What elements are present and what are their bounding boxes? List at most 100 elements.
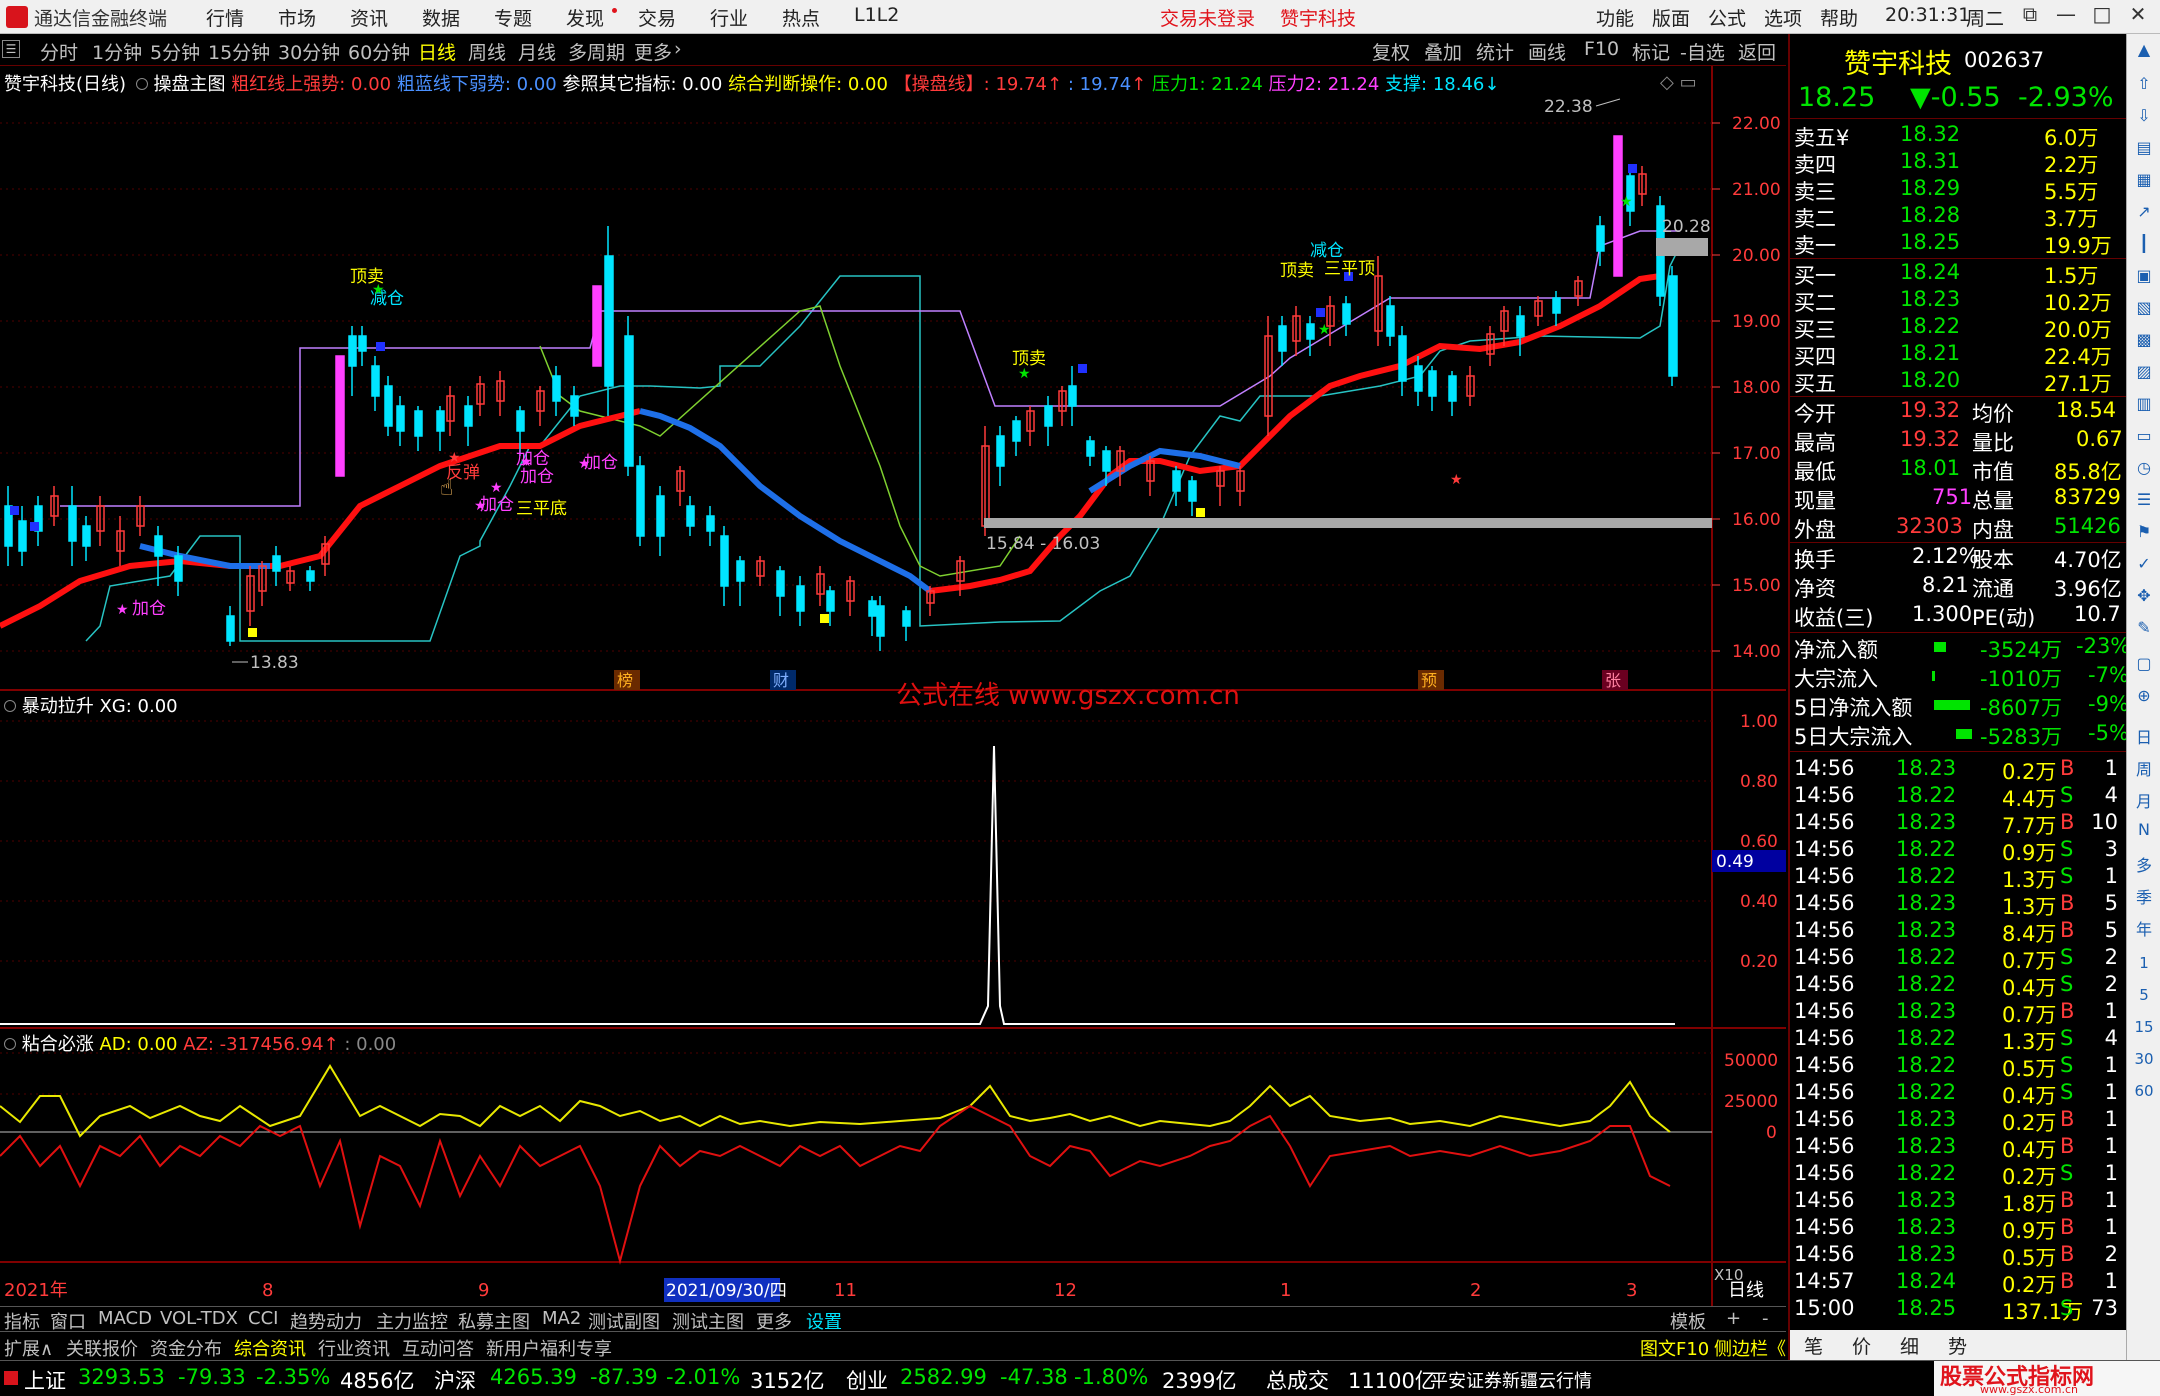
- minimize-icon[interactable]: —: [2050, 2, 2082, 30]
- menu-gongshi[interactable]: 公式: [1708, 4, 1746, 31]
- line-chart-icon[interactable]: ↗: [2131, 202, 2157, 228]
- panel-controls-icon[interactable]: ◇ ▭: [1660, 72, 1697, 93]
- tab-guanlian[interactable]: 关联报价: [66, 1335, 138, 1361]
- grid-icon[interactable]: ▣: [2131, 266, 2157, 292]
- filter-icon[interactable]: ▥: [2131, 394, 2157, 420]
- tab-vol[interactable]: VOL-TDX: [160, 1308, 238, 1329]
- menu-hangye[interactable]: 行业: [710, 4, 748, 31]
- tab-cci[interactable]: CCI: [248, 1308, 278, 1329]
- period-60min[interactable]: 60分钟: [348, 38, 410, 65]
- close-icon[interactable]: ✕: [2122, 2, 2154, 30]
- ask-price[interactable]: 18.32: [1900, 122, 1960, 146]
- table-icon[interactable]: ▦: [2131, 170, 2157, 196]
- period-day[interactable]: 日: [2131, 724, 2157, 750]
- period-more[interactable]: 更多: [634, 38, 672, 65]
- tab-jia[interactable]: 价: [1852, 1332, 1871, 1359]
- screen-icon[interactable]: ▭: [2131, 426, 2157, 452]
- btn-diejia[interactable]: 叠加: [1424, 38, 1462, 65]
- menu-hangqing[interactable]: 行情: [206, 4, 244, 31]
- period-15[interactable]: 15: [2131, 1018, 2157, 1044]
- bid-price[interactable]: 18.22: [1900, 314, 1960, 338]
- period-60[interactable]: 60: [2131, 1082, 2157, 1108]
- tab-qushi[interactable]: 趋势动力: [290, 1308, 362, 1334]
- menu-shichang[interactable]: 市场: [278, 4, 316, 31]
- period-month[interactable]: 月: [2131, 788, 2157, 814]
- ask-price[interactable]: 18.31: [1900, 149, 1960, 173]
- main-chart-name[interactable]: 操盘主图: [154, 74, 226, 95]
- period-multi-strip[interactable]: 多: [2131, 852, 2157, 878]
- tab-zhuli[interactable]: 主力监控: [376, 1308, 448, 1334]
- tab-zonghe[interactable]: 综合资讯: [234, 1335, 306, 1361]
- period-5[interactable]: 5: [2131, 986, 2157, 1012]
- btn-tongji[interactable]: 统计: [1476, 38, 1514, 65]
- menu-bangzhu[interactable]: 帮助: [1820, 4, 1858, 31]
- fx-icon[interactable]: ▨: [2131, 362, 2157, 388]
- kline-svg[interactable]: 22.00 21.00 20.00 19.00 18.00 17.00 16.0…: [0, 66, 1786, 1306]
- clock-icon[interactable]: ◷: [2131, 458, 2157, 484]
- bid-price[interactable]: 18.20: [1900, 368, 1960, 392]
- period-quarter[interactable]: 季: [2131, 884, 2157, 910]
- ask-price[interactable]: 18.28: [1900, 203, 1960, 227]
- period-30[interactable]: 30: [2131, 1050, 2157, 1076]
- bid-price[interactable]: 18.21: [1900, 341, 1960, 365]
- period-fenshi[interactable]: 分时: [40, 38, 78, 65]
- tab-ceshifutu[interactable]: 测试副图: [588, 1308, 660, 1334]
- period-daily[interactable]: 日线: [418, 38, 456, 65]
- event-badge-zhang[interactable]: 张: [1605, 671, 1621, 690]
- btn-muban[interactable]: 模板: [1670, 1308, 1706, 1334]
- period-weekly[interactable]: 周线: [468, 38, 506, 65]
- bid-price[interactable]: 18.24: [1900, 260, 1960, 284]
- ind1-name[interactable]: 暴动拉升: [22, 696, 94, 717]
- tab-hangye[interactable]: 行业资讯: [318, 1335, 390, 1361]
- period-n[interactable]: N: [2131, 820, 2157, 846]
- collapse-icon[interactable]: ▲: [2131, 40, 2157, 66]
- tab-zijin[interactable]: 资金分布: [150, 1335, 222, 1361]
- settings-dot-icon[interactable]: [4, 1038, 16, 1050]
- fin-icon[interactable]: ▧: [2131, 298, 2157, 324]
- period-multi[interactable]: 多周期: [568, 38, 625, 65]
- tab-gengduo[interactable]: 更多: [756, 1308, 792, 1334]
- login-status[interactable]: 交易未登录: [1160, 4, 1255, 31]
- ind2-name[interactable]: 粘合必涨: [22, 1034, 94, 1055]
- menu-banmian[interactable]: 版面: [1652, 4, 1690, 31]
- restore-icon[interactable]: ⧉: [2014, 2, 2046, 30]
- period-15min[interactable]: 15分钟: [208, 38, 270, 65]
- tab-chuangkou[interactable]: 窗口: [50, 1308, 86, 1334]
- btn-f10[interactable]: F10: [1584, 38, 1619, 60]
- menu-zhuanti[interactable]: 专题: [494, 4, 532, 31]
- ask-price[interactable]: 18.29: [1900, 176, 1960, 200]
- index-sz-name[interactable]: 沪深: [434, 1365, 476, 1395]
- list-icon[interactable]: ☰: [2131, 490, 2157, 516]
- period-year[interactable]: 年: [2131, 916, 2157, 942]
- tab-fuli[interactable]: 新用户福利专享: [486, 1335, 612, 1361]
- tab-hudong[interactable]: 互动问答: [402, 1335, 474, 1361]
- ask-price[interactable]: 18.25: [1900, 230, 1960, 254]
- menu-l1l2[interactable]: L1L2: [854, 4, 899, 26]
- tab-shezhi[interactable]: 设置: [806, 1308, 842, 1334]
- fs-icon[interactable]: ▢: [2131, 654, 2157, 680]
- bid-price[interactable]: 18.23: [1900, 287, 1960, 311]
- btn-zixuan[interactable]: -自选: [1680, 38, 1725, 65]
- strength-icon[interactable]: ⚑: [2131, 522, 2157, 548]
- period-1[interactable]: 1: [2131, 954, 2157, 980]
- menu-shuju[interactable]: 数据: [422, 4, 460, 31]
- maximize-icon[interactable]: □: [2086, 2, 2118, 30]
- kline-icon[interactable]: ┃: [2131, 234, 2157, 260]
- period-1min[interactable]: 1分钟: [92, 38, 142, 65]
- btn-add[interactable]: +: [1726, 1308, 1741, 1329]
- tab-bi[interactable]: 笔: [1804, 1332, 1823, 1359]
- tab-zhibiao[interactable]: 指标: [4, 1308, 40, 1334]
- tab-shi[interactable]: 势: [1948, 1332, 1967, 1359]
- btn-huaxian[interactable]: 画线: [1528, 38, 1566, 65]
- btn-biaoji[interactable]: 标记: [1632, 38, 1670, 65]
- settings-dot-icon[interactable]: [135, 78, 148, 90]
- menu-gongneng[interactable]: 功能: [1596, 4, 1634, 31]
- menu-redian[interactable]: 热点: [782, 4, 820, 31]
- target-icon[interactable]: ✥: [2131, 586, 2157, 612]
- event-badge-cai[interactable]: 财: [773, 671, 789, 690]
- period-5min[interactable]: 5分钟: [150, 38, 200, 65]
- menu-zixun[interactable]: 资讯: [350, 4, 388, 31]
- btn-remove[interactable]: -: [1762, 1308, 1769, 1329]
- tab-ma2[interactable]: MA2: [542, 1308, 581, 1329]
- tab-ceshizhutu[interactable]: 测试主图: [672, 1308, 744, 1334]
